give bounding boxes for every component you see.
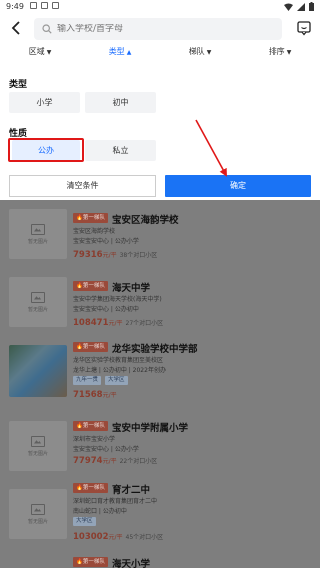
tier-badge: 🔥第一梯队 [73,557,108,567]
price-text: 108471元/平 27个对口小区 [73,318,164,328]
list-item[interactable]: 暂无图片 🔥第一梯队 海天中学 宝安中学集团海天学校(海天中学) 宝安宝安中心 … [0,268,320,338]
school-name: 育才二中 [112,485,151,496]
filter-tab-tier[interactable]: 梯队 ▼ [160,46,240,62]
school-fullname: 深圳市宝安小学 [73,436,116,443]
tier-badge: 🔥第一梯队 [73,342,108,352]
school-meta: 宝安宝安中心 | 公办初中 [73,306,139,313]
filter-tab-sort[interactable]: 排序 ▼ [240,46,320,62]
option-primary-school[interactable]: 小学 [9,92,80,113]
school-thumbnail: 暂无图片 [9,277,67,327]
screen: 9:49 区域▼ 类型▲ 梯队▼ 排序▼ 类型 小学 初中 [0,0,320,568]
school-name: 宝安区海韵学校 [112,215,179,226]
filter-tab-region[interactable]: 区域 ▼ [0,46,80,62]
notification-icon [30,2,37,9]
top-bar [0,14,320,44]
search-box[interactable] [34,18,282,40]
school-meta: 龙华上塘 | 公办初中 | 2022年创办 [73,367,166,374]
school-tag: 九年一贯 [73,376,102,385]
status-time: 9:49 [6,2,24,11]
list-item[interactable]: 🔥第一梯队 龙华实验学校中学部 龙华区实验学校教育集团至美校区 龙华上塘 | 公… [0,336,320,414]
search-input[interactable] [57,24,257,34]
filter-bar: 区域 ▼ 类型 ▲ 梯队 ▼ 排序 ▼ [0,46,320,62]
school-meta: 宝安宝安中心 | 公办小学 [73,238,139,245]
signal-icon [297,2,305,11]
tier-badge: 🔥第一梯队 [73,213,108,223]
highlight-box [8,138,84,162]
school-meta: 宝安宝安中心 | 公办小学 [73,446,139,453]
fire-icon: 🔥 [76,344,83,350]
tier-badge: 🔥第一梯队 [73,281,108,291]
caret-up-icon: ▲ [126,49,132,56]
wifi-icon [284,3,293,11]
list-item[interactable]: 暂无图片 🔥第一梯队 宝安中学附属小学 深圳市宝安小学 宝安宝安中心 | 公办小… [0,412,320,482]
school-fullname: 深圳蛇口育才教育集团育才二中 [73,498,158,505]
school-name: 海天中学 [112,283,151,294]
school-photo [9,345,67,397]
fire-icon: 🔥 [76,559,83,565]
school-fullname: 宝安区海韵学校 [73,228,116,235]
tier-badge: 🔥第一梯队 [73,483,108,493]
image-placeholder-icon [31,503,45,515]
school-fullname: 宝安中学集团海天学校(海天中学) [73,296,162,303]
chat-icon [297,21,311,36]
clear-filters-button[interactable]: 清空条件 [9,175,156,197]
confirm-button[interactable]: 确定 [165,175,311,197]
back-button[interactable] [6,18,26,38]
school-meta: 南山蛇口 | 公办初中 [73,508,127,515]
caret-down-icon: ▼ [206,49,212,56]
list-item[interactable]: 暂无图片 🔥第一梯队 育才二中 深圳蛇口育才教育集团育才二中 南山蛇口 | 公办… [0,480,320,558]
price-text: 79316元/平 38个对口小区 [73,250,158,260]
school-name: 宝安中学附属小学 [112,423,189,434]
school-name: 海天小学 [112,559,151,568]
caret-down-icon: ▼ [46,49,52,56]
school-tag: 大学区 [105,376,128,385]
message-button[interactable] [296,20,314,38]
school-thumbnail: 暂无图片 [9,489,67,539]
fire-icon: 🔥 [76,485,83,491]
price-text: 71568元/平 [73,390,117,400]
fire-icon: 🔥 [76,283,83,289]
battery-icon [309,2,314,11]
school-fullname: 龙华区实验学校教育集团至美校区 [73,357,164,364]
dimmed-list-overlay[interactable]: 暂无图片 🔥第一梯队 宝安区海韵学校 宝安区海韵学校 宝安宝安中心 | 公办小学… [0,200,320,568]
tier-badge: 🔥第一梯队 [73,421,108,431]
school-tag: 大学区 [73,517,96,526]
image-placeholder-icon [31,435,45,447]
filter-tab-type[interactable]: 类型 ▲ [80,46,160,62]
school-thumbnail: 暂无图片 [9,209,67,259]
fire-icon: 🔥 [76,215,83,221]
notification-icon [52,2,59,9]
list-item[interactable]: 🔥第一梯队 海天小学 [0,552,320,568]
option-middle-school[interactable]: 初中 [85,92,156,113]
fire-icon: 🔥 [76,423,83,429]
image-placeholder-icon [31,223,45,235]
search-icon [42,24,52,34]
school-name: 龙华实验学校中学部 [112,344,198,355]
school-thumbnail: 暂无图片 [9,421,67,471]
list-item[interactable]: 暂无图片 🔥第一梯队 宝安区海韵学校 宝安区海韵学校 宝安宝安中心 | 公办小学… [0,200,320,270]
option-private[interactable]: 私立 [85,140,156,161]
caret-down-icon: ▼ [286,49,292,56]
type-section-title: 类型 [9,80,28,90]
notification-icon [41,2,48,9]
price-text: 103002元/平 45个对口小区 [73,532,164,542]
price-text: 77974元/平 22个对口小区 [73,456,158,466]
chevron-left-icon [11,21,20,35]
status-bar: 9:49 [0,0,320,14]
image-placeholder-icon [31,291,45,303]
